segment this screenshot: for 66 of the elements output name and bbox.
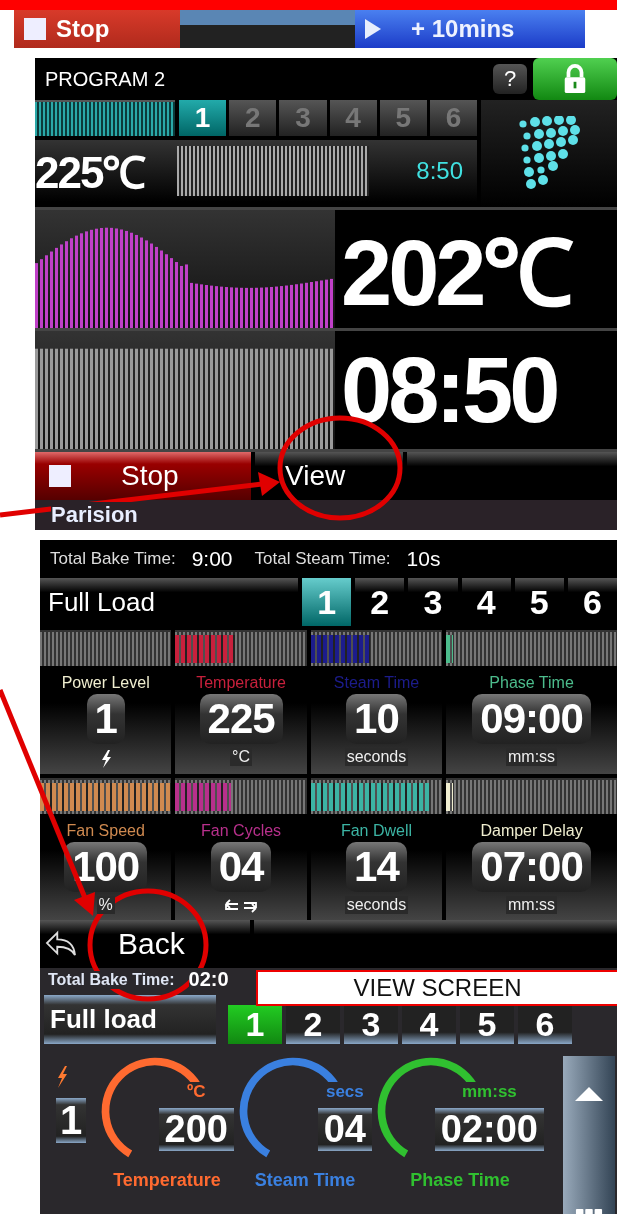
unit-label: seconds (344, 896, 409, 914)
phase-tab[interactable]: 6 (518, 1005, 572, 1044)
parameter-label: Steam Time (333, 674, 420, 692)
unit-label: °C (230, 748, 253, 766)
back-arrow-icon (44, 930, 78, 958)
parameter-value: 225 (199, 694, 283, 744)
lightning-icon (56, 1066, 68, 1088)
parameter-tile[interactable]: Fan Cycles 04 (175, 778, 307, 920)
parameter-label: Fan Dwell (340, 822, 413, 840)
phase-tab[interactable]: 5 (460, 1005, 514, 1044)
parameter-value: 07:00 (472, 842, 591, 892)
add-time-button[interactable]: + 10mins (355, 10, 585, 48)
unit-label: seconds (344, 748, 409, 766)
parameter-tile[interactable]: Steam Time 10 seconds (310, 630, 443, 774)
caption-box: VIEW SCREEN (256, 970, 617, 1006)
total-bake-time-label: Total Bake Time: (50, 549, 176, 569)
gauge-value[interactable]: 02:00 (434, 1108, 544, 1151)
stop-button[interactable]: Stop (35, 452, 251, 500)
phase-tab[interactable]: 1 (179, 100, 227, 136)
phase-tab[interactable]: 1 (302, 578, 352, 626)
lock-button[interactable] (533, 58, 617, 100)
stop-button[interactable]: Stop (14, 10, 180, 48)
gauge-label: Phase Time (410, 1170, 510, 1191)
gauge-label: Steam Time (254, 1170, 356, 1191)
parameter-value: 100 (64, 842, 148, 892)
unit-label: mm:ss (506, 748, 558, 766)
parameter-value: 1 (86, 694, 125, 744)
remaining-time: 08:50 (341, 337, 557, 443)
total-steam-time: 10s (406, 547, 441, 571)
unit-label: % (96, 896, 115, 914)
parameter-tile[interactable]: Temperature 225 °C (175, 630, 307, 774)
set-temperature: 225℃ (35, 147, 147, 199)
help-button[interactable]: ? (493, 64, 527, 94)
parameter-label: Fan Speed (66, 822, 145, 840)
parameter-label: Phase Time (489, 674, 574, 692)
phase-name: Full load (44, 995, 216, 1044)
total-bake-time: 9:00 (191, 547, 233, 571)
parameter-tile[interactable]: Phase Time 09:00 mm:ss (446, 630, 617, 774)
phase-time: 8:50 (416, 157, 463, 185)
parameter-label: Fan Cycles (201, 822, 282, 840)
parameter-tile[interactable]: Fan Speed 100 % (40, 778, 172, 920)
parameter-tile[interactable]: Power Level 1 (40, 630, 172, 774)
parameter-value: 09:00 (472, 694, 591, 744)
gauge-label: Temperature (113, 1170, 221, 1191)
current-temperature: 202℃ (341, 220, 571, 326)
play-icon (363, 17, 383, 41)
gauge-value[interactable]: 200 (158, 1108, 234, 1151)
parameter-label: Power Level (61, 674, 150, 692)
phase-tab[interactable]: 2 (286, 1005, 340, 1044)
parameter-tile[interactable]: Damper Delay 07:00 mm:ss (446, 778, 617, 920)
program-title: PROGRAM 2 (45, 67, 167, 91)
parameter-value: 14 (346, 842, 407, 892)
phase-tab[interactable]: 3 (344, 1005, 398, 1044)
parameter-value: 10 (346, 694, 407, 744)
total-steam-time-label: Total Steam Time: (254, 549, 391, 569)
power-level-value[interactable]: 1 (56, 1098, 87, 1143)
lightning-icon (99, 750, 112, 768)
parameter-label: Damper Delay (480, 822, 583, 840)
parameter-label: Temperature (196, 674, 286, 692)
parameter-tile[interactable]: Fan Dwell 14 seconds (310, 778, 443, 920)
total-bake-time-label: Total Bake Time: (48, 970, 175, 989)
unit-label: mm:ss (506, 896, 558, 914)
cycle-arrows-icon (224, 898, 259, 914)
parameter-value: 04 (210, 842, 272, 892)
gauge-value[interactable]: 04 (317, 1108, 372, 1151)
phase-tab[interactable]: 4 (402, 1005, 456, 1044)
